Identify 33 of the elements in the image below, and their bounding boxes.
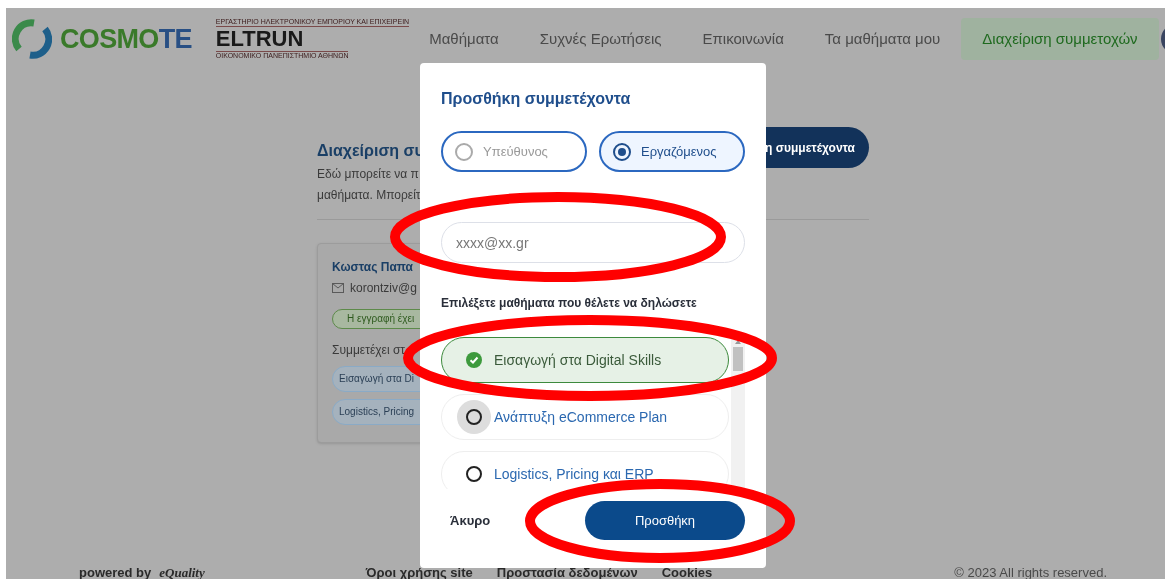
swirl-logo-icon <box>12 19 52 59</box>
description-text: Εδώ μπορείτε να π <box>317 166 420 183</box>
submit-button[interactable]: Προσθήκη <box>585 501 745 540</box>
description-text: μαθήματα. Μπορείτ <box>317 187 422 204</box>
courses-instruction: Επιλέξετε μαθήματα που θέλετε να δηλώσετε <box>441 295 698 312</box>
copyright-text: © 2023 All rights reserved. <box>954 566 1107 579</box>
participant-email: korontziv@g <box>350 280 417 297</box>
role-radio[interactable]: Εργαζόμενος <box>599 131 745 172</box>
courses-label: Συμμετέχει στ <box>332 342 407 359</box>
powered-by-text: powered by <box>79 566 152 579</box>
participant-name: Κωστας Παπα <box>332 259 414 276</box>
course-option[interactable]: Logistics, Pricing και ERP <box>441 451 729 489</box>
nav-link[interactable]: Συχνές Ερωτήσεις <box>519 27 682 51</box>
footer-link[interactable]: Cookies <box>661 566 713 579</box>
dialog-title: Προσθήκη συμμετέχοντα <box>441 89 632 109</box>
radio-icon <box>466 466 482 482</box>
equality-logo-text: eQuality <box>159 566 205 579</box>
cancel-button[interactable]: Άκυρο <box>450 510 491 531</box>
email-input[interactable]: xxxx@xx.gr <box>441 222 745 263</box>
brand-logo-text: COSMOTE <box>60 22 192 56</box>
scrollbar-thumb[interactable] <box>733 347 743 371</box>
footer-link[interactable]: Προστασία δεδομένων <box>496 566 638 579</box>
nav-link[interactable]: Μαθήματα <box>409 27 519 51</box>
mail-icon <box>332 283 344 293</box>
nav-link[interactable]: Επικοινωνία <box>682 27 804 51</box>
footer-link[interactable]: Όροι χρήσης site <box>365 566 473 579</box>
course-option[interactable]: Ανάπτυξη eCommerce Plan <box>441 394 729 440</box>
check-circle-icon <box>466 352 482 368</box>
radio-icon <box>466 409 482 425</box>
nav-link[interactable]: Τα μαθήματα μου <box>804 27 961 51</box>
course-option[interactable]: Εισαγωγή στα Digital Skills <box>441 337 729 383</box>
eltrun-logo-text: ELTRUN <box>215 27 304 51</box>
scroll-up-icon[interactable] <box>735 340 741 344</box>
